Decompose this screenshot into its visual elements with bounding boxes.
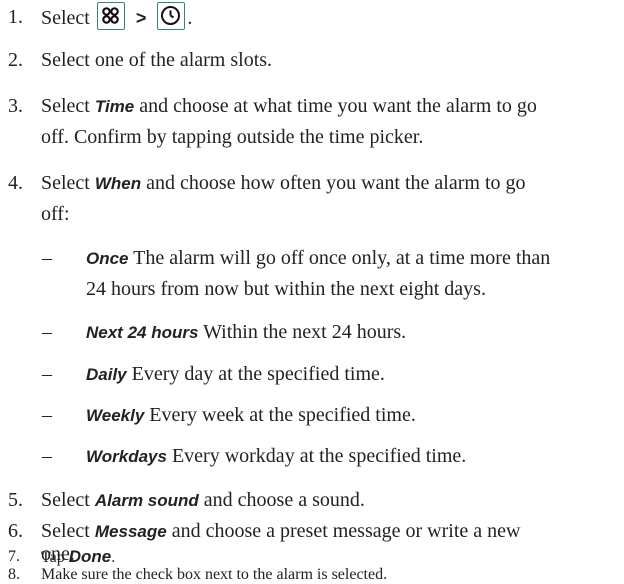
- step-2: 2. Select one of the alarm slots.: [0, 45, 624, 76]
- ui-term: Alarm sound: [94, 491, 199, 510]
- ui-term: Next 24 hours: [86, 323, 199, 342]
- step-number: 7.: [8, 548, 20, 565]
- step-text: and choose a preset message or write a n…: [171, 520, 521, 542]
- option-once: – Once The alarm will go off once only, …: [0, 243, 624, 305]
- dash: –: [42, 363, 52, 385]
- step-text: and choose how often you want the alarm …: [146, 172, 526, 194]
- step-text: Select one of the alarm slots.: [41, 49, 273, 71]
- option-text: Within the next 24 hours.: [203, 321, 407, 343]
- step-3: 3. Select Time and choose at what time y…: [0, 91, 624, 153]
- step-4: 4. Select When and choose how often you …: [0, 168, 624, 230]
- step-text: Select: [41, 172, 90, 194]
- option-daily: – Daily Every day at the specified time.: [0, 359, 624, 390]
- step-text: Make sure the check box next to the alar…: [41, 566, 388, 583]
- option-text: The alarm will go off once only, at a ti…: [133, 247, 551, 269]
- option-text: Every day at the specified time.: [131, 363, 385, 385]
- dash: –: [42, 321, 52, 343]
- ui-term: Daily: [86, 365, 127, 384]
- step-text: and choose a sound.: [203, 489, 365, 511]
- ui-term: When: [94, 174, 142, 193]
- option-text: Every week at the specified time.: [149, 404, 416, 426]
- step-number: 3.: [8, 95, 23, 117]
- step-number: 5.: [8, 489, 23, 511]
- step-text: Select: [41, 95, 90, 117]
- ui-term: Time: [94, 97, 135, 116]
- ui-term: Message: [94, 522, 167, 541]
- step-text: off. Confirm by tapping outside the time…: [41, 126, 424, 148]
- step-text: Tap: [41, 549, 65, 566]
- ui-term: Weekly: [86, 406, 145, 425]
- step-text: and choose at what time you want the ala…: [139, 95, 537, 117]
- ui-term: Workdays: [86, 447, 167, 466]
- step-number: 2.: [8, 49, 23, 71]
- option-text: Every workday at the specified time.: [171, 445, 467, 467]
- step-number: 4.: [8, 172, 23, 194]
- dash: –: [42, 404, 52, 426]
- dash: –: [42, 445, 52, 467]
- ui-term: Once: [86, 249, 129, 268]
- step-1: 1. Select > .: [0, 2, 624, 34]
- step-number: 6.: [8, 520, 23, 542]
- step-punct: .: [187, 7, 193, 29]
- step-number: 8.: [8, 566, 20, 583]
- step-7: 7. Tap Done.: [0, 548, 624, 567]
- done-term: Done: [68, 547, 112, 566]
- option-text: 24 hours from now but within the next ei…: [86, 278, 486, 300]
- step-text: off:: [41, 203, 70, 225]
- step-5: 5. Select Alarm sound and choose a sound…: [0, 485, 624, 516]
- option-weekly: – Weekly Every week at the specified tim…: [0, 400, 624, 431]
- option-next-24-hours: – Next 24 hours Within the next 24 hours…: [0, 317, 624, 348]
- step-number: 1.: [8, 6, 23, 28]
- option-workdays: – Workdays Every workday at the specifie…: [0, 441, 624, 472]
- clock-icon: [157, 2, 186, 30]
- step-8: 8. Make sure the check box next to the a…: [0, 566, 624, 584]
- dash: –: [42, 247, 52, 269]
- step-punct: .: [111, 549, 116, 566]
- separator: >: [135, 8, 147, 28]
- step-text: Select: [41, 489, 90, 511]
- step-text: Select: [41, 520, 90, 542]
- step-text: Select: [41, 7, 90, 29]
- menu-grid-icon: [96, 2, 125, 30]
- instructions-page: 1. Select > . 2. Select one of the alarm…: [0, 0, 624, 584]
